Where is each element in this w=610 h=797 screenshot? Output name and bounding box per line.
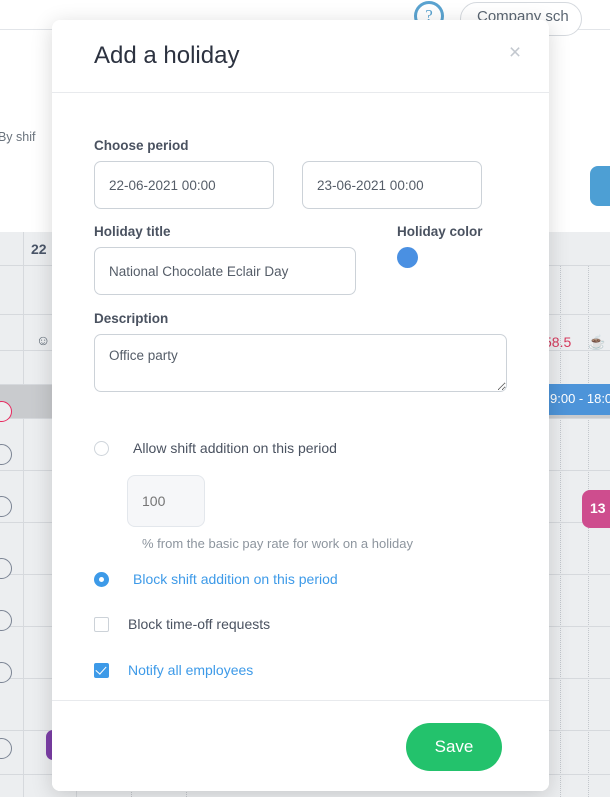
block-shift-option[interactable]: Block shift addition on this period (94, 571, 338, 587)
period-end-input[interactable] (302, 161, 482, 209)
pay-rate-input[interactable] (127, 475, 205, 527)
dialog-header: Add a holiday × (52, 20, 549, 93)
checkbox-notify-all[interactable] (94, 662, 109, 678)
radio-allow-shift[interactable] (94, 440, 109, 456)
dialog-footer: Save (52, 700, 549, 791)
save-button[interactable]: Save (406, 723, 502, 771)
shift-badge-pink[interactable]: 13 (582, 490, 610, 528)
checkbox-block-timeoff[interactable] (94, 616, 109, 632)
notify-all-option[interactable]: Notify all employees (94, 662, 253, 678)
description-label: Description (94, 311, 169, 326)
holiday-title-label: Holiday title (94, 224, 171, 239)
dialog-body: Choose period Holiday title Holiday colo… (52, 93, 549, 700)
holiday-color-section: Holiday color (397, 224, 483, 268)
holiday-title-section: Holiday title (94, 224, 356, 295)
grid-vline (23, 232, 24, 797)
page-title: Add a holiday (94, 42, 240, 69)
notify-all-label: Notify all employees (128, 662, 254, 678)
allow-shift-option[interactable]: Allow shift addition on this period (94, 440, 337, 456)
view-mode-label: w: By shif (0, 130, 36, 144)
description-section: Description (94, 311, 507, 397)
pay-rate-helper-text: % from the basic pay rate for work on a … (142, 536, 413, 551)
block-timeoff-option[interactable]: Block time-off requests (94, 616, 270, 632)
block-timeoff-label: Block time-off requests (128, 616, 271, 632)
people-group-icon: ☺ (36, 332, 51, 348)
holiday-color-swatch[interactable] (397, 247, 418, 268)
block-shift-label: Block shift addition on this period (133, 571, 338, 587)
holiday-title-input[interactable] (94, 247, 356, 295)
description-input[interactable] (94, 334, 507, 392)
add-shift-button[interactable] (590, 166, 610, 206)
allow-shift-label: Allow shift addition on this period (133, 440, 337, 456)
holiday-color-label: Holiday color (397, 224, 483, 239)
close-icon[interactable]: × (503, 42, 527, 66)
period-label: Choose period (94, 138, 189, 153)
radio-block-shift[interactable] (94, 571, 109, 587)
coffee-cup-icon: ☕ (588, 334, 606, 350)
period-start-input[interactable] (94, 161, 274, 209)
add-holiday-dialog: Add a holiday × Choose period Holiday ti… (52, 20, 549, 791)
period-section: Choose period (94, 138, 482, 209)
day-number-label: 22 (31, 241, 47, 257)
shift-block-blue[interactable]: 9:00 - 18:00 (548, 384, 610, 415)
